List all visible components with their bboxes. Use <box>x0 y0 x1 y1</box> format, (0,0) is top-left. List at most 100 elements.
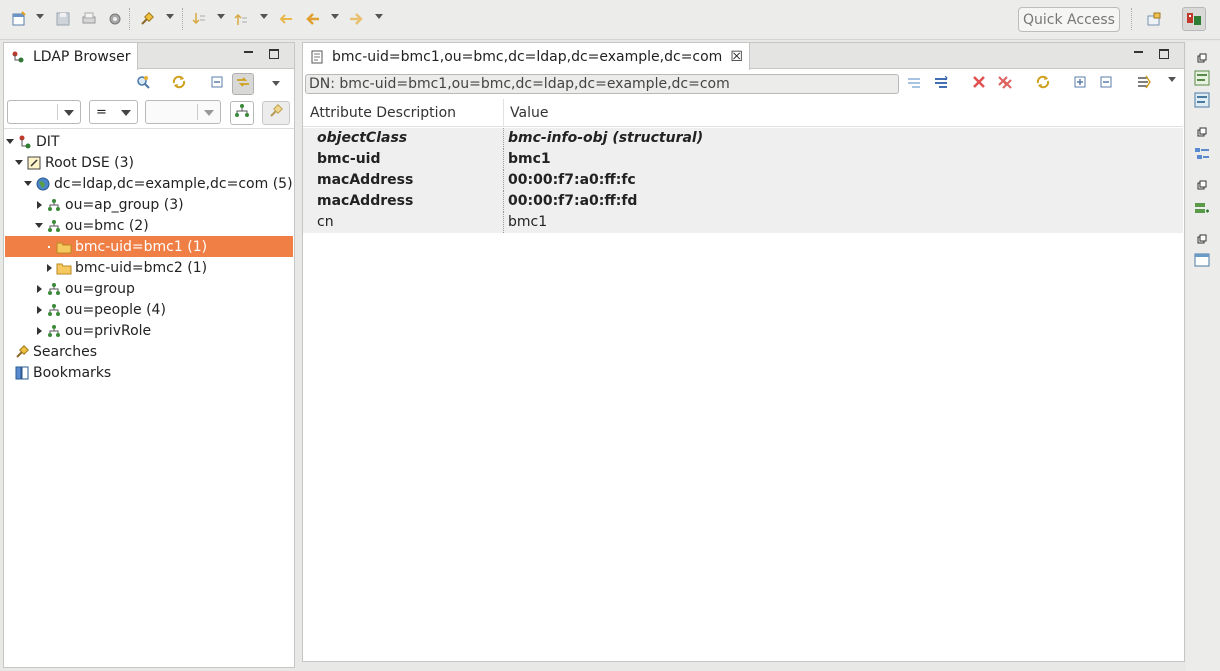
filter-icon <box>1136 74 1152 94</box>
expand-all-button[interactable] <box>1070 73 1092 95</box>
value-combo[interactable] <box>145 100 221 124</box>
print-button[interactable] <box>80 10 98 28</box>
column-header-value[interactable]: Value <box>503 99 548 127</box>
properties-button[interactable] <box>106 10 124 28</box>
tree-item-label: bmc-uid=bmc2 (1) <box>75 259 208 276</box>
close-icon[interactable]: ☒ <box>730 49 743 65</box>
new-connection-dropdown[interactable] <box>166 14 174 19</box>
chevron-down-icon <box>121 110 131 116</box>
tree-item-ou-people[interactable]: ou=people (4) <box>5 299 293 320</box>
maximize-button[interactable] <box>269 49 279 59</box>
link-with-editor-button[interactable] <box>232 73 254 95</box>
new-wizard-button[interactable] <box>10 10 28 28</box>
table-row[interactable]: cn bmc1 <box>303 212 1183 233</box>
forward-dropdown[interactable] <box>375 14 383 19</box>
restore-icon[interactable] <box>1194 231 1210 247</box>
table-row[interactable]: macAddress 00:00:f7:a0:ff:fd <box>303 191 1183 212</box>
tree-item-ou-privrole[interactable]: ou=privRole <box>5 320 293 341</box>
tree-item-bmc2[interactable]: bmc-uid=bmc2 (1) <box>5 257 293 278</box>
delete-all-button[interactable] <box>994 73 1016 95</box>
attribute-combo[interactable] <box>7 100 81 124</box>
ldif-icon[interactable] <box>1194 70 1210 86</box>
last-edit-location-button[interactable] <box>277 10 295 28</box>
value-cell: bmc1 <box>508 214 548 230</box>
show-decorated-values-button[interactable] <box>903 73 925 95</box>
tree-item-bmc1[interactable]: bmc-uid=bmc1 (1) <box>5 236 293 257</box>
tree-item-searches[interactable]: Searches <box>5 341 293 362</box>
decorated-values-icon <box>906 74 922 94</box>
console-icon[interactable] <box>1194 252 1210 268</box>
expand-toggle[interactable] <box>34 221 44 231</box>
expand-toggle[interactable] <box>44 263 54 273</box>
new-attribute-button[interactable] <box>930 73 952 95</box>
refresh-button[interactable] <box>168 73 190 95</box>
forward-button[interactable] <box>347 10 365 28</box>
tree-item-base-dn[interactable]: dc=ldap,dc=example,dc=com (5) <box>5 173 293 194</box>
tree-item-label: ou=group <box>65 280 135 297</box>
minimize-button[interactable] <box>1134 51 1143 54</box>
refresh-entry-button[interactable] <box>1032 73 1054 95</box>
table-row[interactable]: macAddress 00:00:f7:a0:ff:fc <box>303 170 1183 191</box>
tab-entry-editor[interactable]: bmc-uid=bmc1,ou=bmc,dc=ldap,dc=example,d… <box>303 43 750 70</box>
back-button[interactable] <box>304 10 322 28</box>
search-icon <box>135 74 151 94</box>
previous-annotation-dropdown[interactable] <box>260 14 268 19</box>
restore-icon[interactable] <box>1194 124 1210 140</box>
tab-ldap-browser[interactable]: LDAP Browser <box>4 43 138 70</box>
schema-icon[interactable] <box>1194 92 1210 108</box>
new-connection-button[interactable] <box>138 10 156 28</box>
expand-toggle[interactable] <box>5 137 15 147</box>
next-annotation-button[interactable] <box>190 10 208 28</box>
editor-view-menu-dropdown[interactable] <box>1168 77 1176 82</box>
expand-toggle[interactable] <box>34 305 44 315</box>
maximize-button[interactable] <box>1159 49 1169 59</box>
expand-toggle[interactable] <box>34 284 44 294</box>
table-row[interactable]: bmc-uid bmc1 <box>303 149 1183 170</box>
view-menu-dropdown[interactable] <box>272 81 280 86</box>
connections-icon[interactable] <box>1194 200 1210 216</box>
refresh-icon <box>171 74 187 94</box>
column-header-attribute[interactable]: Attribute Description <box>303 99 456 127</box>
plug-icon <box>138 10 156 28</box>
open-perspective-icon <box>1145 10 1163 28</box>
collapse-all-attributes-button[interactable] <box>1096 73 1118 95</box>
expand-toggle[interactable] <box>44 242 54 252</box>
tree-item-ou-bmc[interactable]: ou=bmc (2) <box>5 215 293 236</box>
next-annotation-dropdown[interactable] <box>217 14 225 19</box>
chevron-right-icon <box>46 263 52 272</box>
tree-item-dit[interactable]: DIT <box>5 131 293 152</box>
table-row[interactable]: objectClass bmc-info-obj (structural) <box>303 128 1183 149</box>
delete-attribute-button[interactable] <box>968 73 990 95</box>
quick-search-bar: = <box>4 99 294 129</box>
tree-item-root-dse[interactable]: Root DSE (3) <box>5 152 293 173</box>
save-button[interactable] <box>54 10 72 28</box>
expand-toggle[interactable] <box>34 200 44 210</box>
tree-item-ou-group[interactable]: ou=group <box>5 278 293 299</box>
restore-icon[interactable] <box>1194 177 1210 193</box>
expand-toggle[interactable] <box>23 179 33 189</box>
new-wizard-dropdown[interactable] <box>36 14 44 19</box>
tree-item-ap-group[interactable]: ou=ap_group (3) <box>5 194 293 215</box>
quick-filter-button[interactable] <box>1133 73 1155 95</box>
quick-search-run-button[interactable] <box>262 101 290 125</box>
toolbar-separator <box>129 8 130 30</box>
open-perspective-button[interactable] <box>1145 10 1163 28</box>
previous-annotation-button[interactable] <box>232 10 250 28</box>
collapse-all-icon <box>210 74 226 94</box>
restore-icon[interactable] <box>1194 50 1210 66</box>
expand-toggle[interactable] <box>14 158 24 168</box>
back-dropdown[interactable] <box>331 14 339 19</box>
quick-search-scope-button[interactable] <box>230 101 254 125</box>
tree-item-label: ou=ap_group (3) <box>65 196 184 213</box>
outline-icon[interactable] <box>1194 146 1210 162</box>
search-button[interactable] <box>132 73 154 95</box>
arrow-right-icon <box>347 10 365 28</box>
operator-combo[interactable]: = <box>89 100 138 124</box>
ldap-perspective-button[interactable] <box>1182 7 1206 31</box>
toolbar-separator <box>1131 8 1132 30</box>
tree-item-bookmarks[interactable]: Bookmarks <box>5 362 293 383</box>
minimize-button[interactable] <box>244 51 253 54</box>
collapse-all-button[interactable] <box>207 73 229 95</box>
quick-access-field[interactable]: Quick Access <box>1018 7 1120 32</box>
expand-toggle[interactable] <box>34 326 44 336</box>
